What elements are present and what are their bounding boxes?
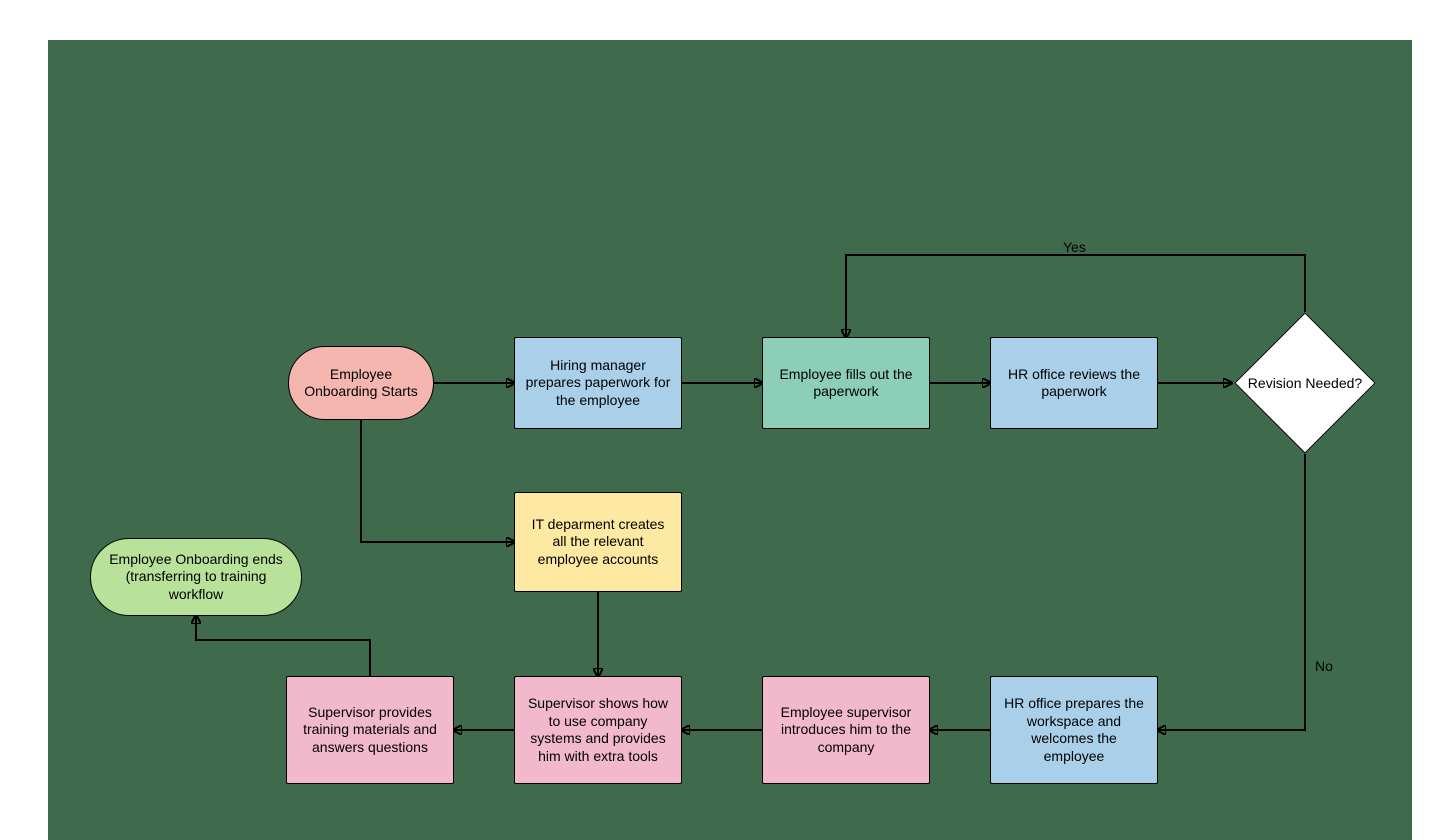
node-supervisor-training: Supervisor provides training materials a… <box>286 676 454 784</box>
node-it-department-label: IT deparment creates all the relevant em… <box>525 516 671 569</box>
node-end-label: Employee Onboarding ends (transferring t… <box>101 551 291 604</box>
node-supervisor-systems-label: Supervisor shows how to use company syst… <box>525 695 671 765</box>
node-employee-fills-label: Employee fills out the paperwork <box>773 366 919 401</box>
node-start: Employee Onboarding Starts <box>288 346 434 420</box>
node-end: Employee Onboarding ends (transferring t… <box>90 538 302 616</box>
node-hr-reviews: HR office reviews the paperwork <box>990 337 1158 429</box>
arrows-layer <box>48 40 1412 840</box>
node-hr-workspace-label: HR office prepares the workspace and wel… <box>1001 695 1147 765</box>
node-employee-fills: Employee fills out the paperwork <box>762 337 930 429</box>
node-it-department: IT deparment creates all the relevant em… <box>514 492 682 592</box>
node-revision-decision <box>1234 312 1375 453</box>
edge-label-yes: Yes <box>1061 239 1088 255</box>
edge-label-no: No <box>1313 658 1335 674</box>
node-start-label: Employee Onboarding Starts <box>299 366 423 401</box>
node-supervisor-systems: Supervisor shows how to use company syst… <box>514 676 682 784</box>
node-supervisor-training-label: Supervisor provides training materials a… <box>297 704 443 757</box>
node-hiring-manager-label: Hiring manager prepares paperwork for th… <box>525 357 671 410</box>
node-hr-workspace: HR office prepares the workspace and wel… <box>990 676 1158 784</box>
node-supervisor-intro: Employee supervisor introduces him to th… <box>762 676 930 784</box>
node-hiring-manager: Hiring manager prepares paperwork for th… <box>514 337 682 429</box>
node-supervisor-intro-label: Employee supervisor introduces him to th… <box>773 704 919 757</box>
node-hr-reviews-label: HR office reviews the paperwork <box>1001 366 1147 401</box>
diagram-canvas: Employee Onboarding Starts Hiring manage… <box>48 40 1412 840</box>
